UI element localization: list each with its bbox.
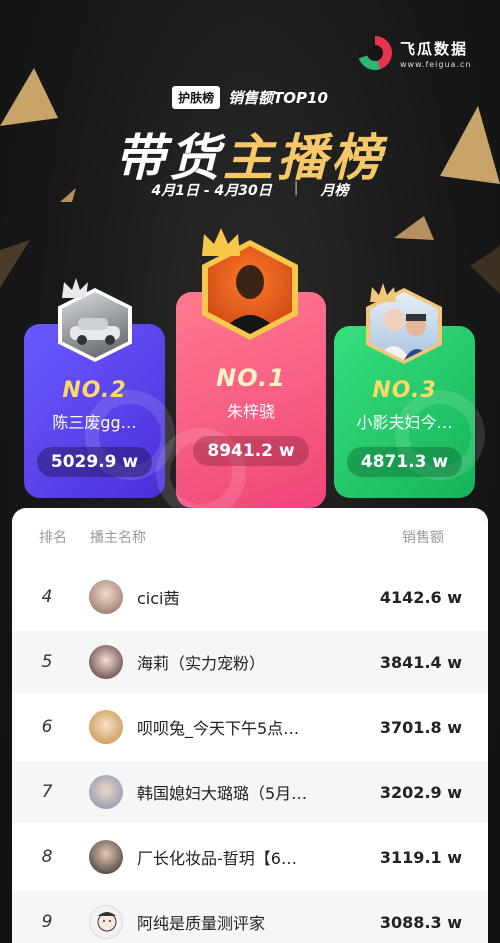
category-badge: 护肤榜 — [172, 86, 221, 109]
row-rank: 7 — [41, 782, 53, 802]
podium-value: 8941.2 w — [193, 436, 309, 466]
row-name: 厂长化妆品-晢玥【6… — [137, 849, 297, 868]
podium-name: 朱梓骁 — [226, 402, 275, 421]
podium-name: 小影夫妇今… — [356, 413, 453, 432]
podium-value: 4871.3 w — [346, 447, 463, 477]
decor-triangle — [394, 216, 434, 240]
avatar — [89, 710, 123, 744]
avatar — [89, 905, 123, 939]
title-gold-part: 主播榜 — [223, 129, 385, 187]
row-sales: 4142.6 w — [379, 587, 462, 607]
date-range: 4月1日 - 4月30日 — [151, 183, 272, 199]
row-sales: 3088.3 w — [379, 912, 462, 932]
row-sales: 3202.9 w — [379, 782, 462, 802]
row-rank: 8 — [41, 847, 53, 867]
col-rank: 排名 — [39, 530, 67, 546]
period-label: 月榜 — [320, 183, 349, 199]
row-rank: 6 — [41, 717, 53, 737]
brand-logo: 飞瓜数据 www.feigua.cn — [358, 36, 471, 70]
table-header: 排名 播主名称 销售额 — [12, 508, 488, 566]
row-sales: 3701.8 w — [379, 717, 462, 737]
table-row[interactable]: 5 海莉（实力宠粉） 3841.4 w — [12, 631, 488, 693]
podium-rank: NO.2 — [62, 378, 127, 403]
podium-rank: NO.3 — [372, 378, 437, 403]
crown-icon — [62, 278, 88, 298]
cartoon-avatar-icon — [97, 912, 117, 932]
avatar — [89, 645, 123, 679]
ranking-subtitle: 销售额TOP10 — [228, 89, 328, 107]
col-sales: 销售额 — [402, 530, 444, 546]
table-row[interactable]: 8 厂长化妆品-晢玥【6… 3119.1 w — [12, 826, 488, 888]
row-name: 海莉（实力宠粉） — [137, 654, 266, 673]
ranking-table: 排名 播主名称 销售额 4 cici茜 4142.6 w 5 海莉（实力宠粉） … — [12, 508, 488, 943]
row-name: 阿纯是质量测评家 — [137, 914, 266, 933]
crown-icon — [202, 228, 240, 256]
podium-name: 陈三废gg… — [52, 413, 137, 432]
feigua-logo-icon — [358, 36, 392, 70]
decor-triangle — [0, 240, 30, 288]
table-row[interactable]: 4 cici茜 4142.6 w — [12, 566, 488, 628]
decor-triangle — [470, 246, 500, 294]
table-row[interactable]: 6 呗呗兔_今天下午5点… 3701.8 w — [12, 696, 488, 758]
col-name: 播主名称 — [90, 530, 146, 546]
category-row: 护肤榜 销售额TOP10 — [0, 86, 500, 109]
date-row: 4月1日 - 4月30日 | 月榜 — [0, 180, 500, 200]
title-white-part: 带货 — [115, 129, 223, 187]
podium-rank: NO.1 — [216, 364, 286, 392]
podium-value: 5029.9 w — [36, 447, 153, 477]
row-sales: 3841.4 w — [379, 652, 462, 672]
row-rank: 9 — [41, 912, 53, 932]
avatar — [89, 580, 123, 614]
crown-icon — [370, 283, 396, 302]
row-rank: 4 — [41, 587, 53, 607]
table-row[interactable]: 7 韩国媳妇大璐璐（5月… 3202.9 w — [12, 761, 488, 823]
avatar — [89, 775, 123, 809]
row-name: cici茜 — [137, 589, 180, 608]
brand-url: www.feigua.cn — [400, 59, 472, 69]
row-name: 呗呗兔_今天下午5点… — [137, 719, 300, 738]
row-name: 韩国媳妇大璐璐（5月… — [137, 784, 308, 803]
date-separator: | — [293, 180, 299, 196]
table-row[interactable]: 9 阿纯是质量测评家 3088.3 w — [12, 891, 488, 943]
brand-name: 飞瓜数据 — [400, 39, 469, 58]
avatar — [89, 840, 123, 874]
row-sales: 3119.1 w — [379, 847, 462, 867]
row-rank: 5 — [41, 652, 53, 672]
